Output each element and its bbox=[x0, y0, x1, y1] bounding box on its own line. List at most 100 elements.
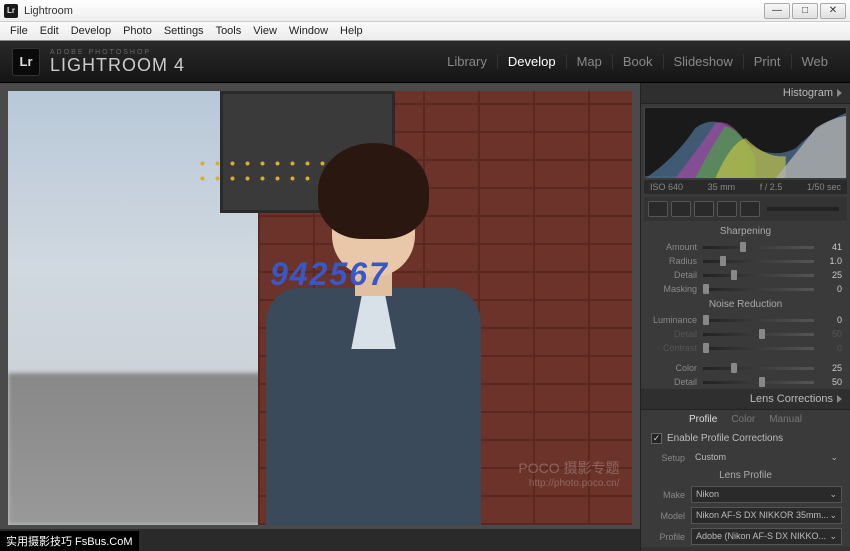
menu-view[interactable]: View bbox=[247, 23, 283, 39]
titlebar: Lr Lightroom — □ ✕ bbox=[0, 0, 850, 22]
page-watermark: 实用摄影技巧 FsBus.CoM bbox=[0, 531, 139, 551]
brush-tool-icon[interactable] bbox=[740, 201, 760, 217]
noise-detail-4-value: 50 bbox=[820, 377, 842, 387]
sharp-amount-row: Amount 41 bbox=[641, 240, 850, 254]
noise-color-3-value: 25 bbox=[820, 363, 842, 373]
gradient-tool-icon[interactable] bbox=[717, 201, 737, 217]
redeye-tool-icon[interactable] bbox=[694, 201, 714, 217]
logo-badge: Lr bbox=[12, 48, 40, 76]
spot-tool-icon[interactable] bbox=[671, 201, 691, 217]
enable-profile-checkbox[interactable]: ✓ bbox=[651, 433, 662, 444]
noise-detail-4-label: Detail bbox=[649, 377, 697, 387]
sharp-radius-value: 1.0 bbox=[820, 256, 842, 266]
workspace: 942567 POCO 摄影专题http://photo.poco.cn/ Hi… bbox=[0, 83, 850, 551]
collapse-icon bbox=[837, 395, 842, 403]
viewer: 942567 POCO 摄影专题http://photo.poco.cn/ bbox=[0, 83, 640, 551]
make-select[interactable]: Nikon⌄ bbox=[691, 486, 842, 503]
topbar: Lr ADOBE PHOTOSHOP LIGHTROOM 4 Library D… bbox=[0, 41, 850, 83]
noise-color-3-slider[interactable] bbox=[703, 367, 814, 370]
setup-label: Setup bbox=[649, 453, 685, 463]
sharp-masking-value: 0 bbox=[820, 284, 842, 294]
sharp-amount-slider[interactable] bbox=[703, 246, 814, 249]
sharp-detail-label: Detail bbox=[649, 270, 697, 280]
menu-develop[interactable]: Develop bbox=[65, 23, 117, 39]
module-book[interactable]: Book bbox=[613, 54, 664, 69]
module-develop[interactable]: Develop bbox=[498, 54, 567, 69]
sharp-radius-row: Radius 1.0 bbox=[641, 254, 850, 268]
tool-slider[interactable] bbox=[767, 207, 839, 211]
app-body: Lr ADOBE PHOTOSHOP LIGHTROOM 4 Library D… bbox=[0, 41, 850, 551]
noise-contrast-2-row: Contrast 0 bbox=[641, 341, 850, 355]
menu-tools[interactable]: Tools bbox=[210, 23, 248, 39]
module-slideshow[interactable]: Slideshow bbox=[664, 54, 744, 69]
module-map[interactable]: Map bbox=[567, 54, 613, 69]
enable-profile-row[interactable]: ✓ Enable Profile Corrections bbox=[641, 429, 850, 448]
sharp-detail-value: 25 bbox=[820, 270, 842, 280]
sharp-masking-label: Masking bbox=[649, 284, 697, 294]
app-icon: Lr bbox=[4, 4, 18, 18]
lens-profile-title: Lens Profile bbox=[641, 467, 850, 484]
module-print[interactable]: Print bbox=[744, 54, 792, 69]
noise-detail-4-slider[interactable] bbox=[703, 381, 814, 384]
watermark: POCO 摄影专题http://photo.poco.cn/ bbox=[518, 459, 619, 490]
crop-tool-icon[interactable] bbox=[648, 201, 668, 217]
sharp-detail-slider[interactable] bbox=[703, 274, 814, 277]
shutter-value: 1/50 sec bbox=[807, 182, 841, 192]
menu-edit[interactable]: Edit bbox=[34, 23, 65, 39]
exposure-info: ISO 640 35 mm f / 2.5 1/50 sec bbox=[644, 180, 847, 194]
image-preview[interactable]: 942567 POCO 摄影专题http://photo.poco.cn/ bbox=[8, 91, 632, 525]
sharp-radius-slider[interactable] bbox=[703, 260, 814, 263]
focal-value: 35 mm bbox=[708, 182, 736, 192]
noise-contrast-2-slider[interactable] bbox=[703, 347, 814, 350]
aperture-value: f / 2.5 bbox=[760, 182, 783, 192]
overlay-number: 942567 bbox=[270, 256, 389, 293]
maximize-button[interactable]: □ bbox=[792, 3, 818, 19]
brand-main: LIGHTROOM 4 bbox=[50, 56, 185, 74]
lens-tabs: Profile Color Manual bbox=[641, 410, 850, 429]
setup-select[interactable]: Custom⌄ bbox=[691, 450, 842, 465]
menu-window[interactable]: Window bbox=[283, 23, 334, 39]
noise-detail-4-row: Detail 50 bbox=[641, 375, 850, 389]
lens-header[interactable]: Lens Corrections bbox=[641, 389, 850, 410]
model-label: Model bbox=[649, 511, 685, 521]
tab-manual[interactable]: Manual bbox=[769, 414, 802, 425]
close-button[interactable]: ✕ bbox=[820, 3, 846, 19]
noise-luminance-0-slider[interactable] bbox=[703, 319, 814, 322]
right-panel[interactable]: Histogram ISO 640 35 mm f / 2.5 1/50 sec bbox=[640, 83, 850, 551]
histogram-header[interactable]: Histogram bbox=[641, 83, 850, 104]
profile-label: Profile bbox=[649, 532, 685, 542]
iso-value: ISO 640 bbox=[650, 182, 683, 192]
menu-help[interactable]: Help bbox=[334, 23, 369, 39]
histogram[interactable] bbox=[644, 107, 847, 177]
noise-detail-1-slider[interactable] bbox=[703, 333, 814, 336]
make-label: Make bbox=[649, 490, 685, 500]
model-select[interactable]: Nikon AF-S DX NIKKOR 35mm...⌄ bbox=[691, 507, 842, 524]
sharp-radius-label: Radius bbox=[649, 256, 697, 266]
sharp-masking-row: Masking 0 bbox=[641, 282, 850, 296]
noise-luminance-0-label: Luminance bbox=[649, 315, 697, 325]
sharp-detail-row: Detail 25 bbox=[641, 268, 850, 282]
sharpening-title: Sharpening bbox=[641, 223, 850, 240]
button-row: Previous Reset bbox=[641, 547, 850, 551]
tab-color[interactable]: Color bbox=[731, 414, 755, 425]
enable-profile-label: Enable Profile Corrections bbox=[667, 433, 783, 444]
noise-title: Noise Reduction bbox=[641, 296, 850, 313]
profile-select[interactable]: Adobe (Nikon AF-S DX NIKKO...⌄ bbox=[691, 528, 842, 545]
menu-file[interactable]: File bbox=[4, 23, 34, 39]
minimize-button[interactable]: — bbox=[764, 3, 790, 19]
window-title: Lightroom bbox=[24, 5, 73, 17]
menu-settings[interactable]: Settings bbox=[158, 23, 210, 39]
sharp-masking-slider[interactable] bbox=[703, 288, 814, 291]
module-web[interactable]: Web bbox=[792, 54, 839, 69]
menu-photo[interactable]: Photo bbox=[117, 23, 158, 39]
noise-contrast-2-label: Contrast bbox=[649, 343, 697, 353]
noise-detail-1-row: Detail 50 bbox=[641, 327, 850, 341]
noise-detail-1-value: 50 bbox=[820, 329, 842, 339]
module-library[interactable]: Library bbox=[437, 54, 498, 69]
sharp-amount-value: 41 bbox=[820, 242, 842, 252]
sharp-amount-label: Amount bbox=[649, 242, 697, 252]
tab-profile[interactable]: Profile bbox=[689, 414, 717, 425]
module-picker: Library Develop Map Book Slideshow Print… bbox=[437, 54, 838, 69]
noise-color-3-row: Color 25 bbox=[641, 361, 850, 375]
brand: ADOBE PHOTOSHOP LIGHTROOM 4 bbox=[50, 49, 185, 74]
